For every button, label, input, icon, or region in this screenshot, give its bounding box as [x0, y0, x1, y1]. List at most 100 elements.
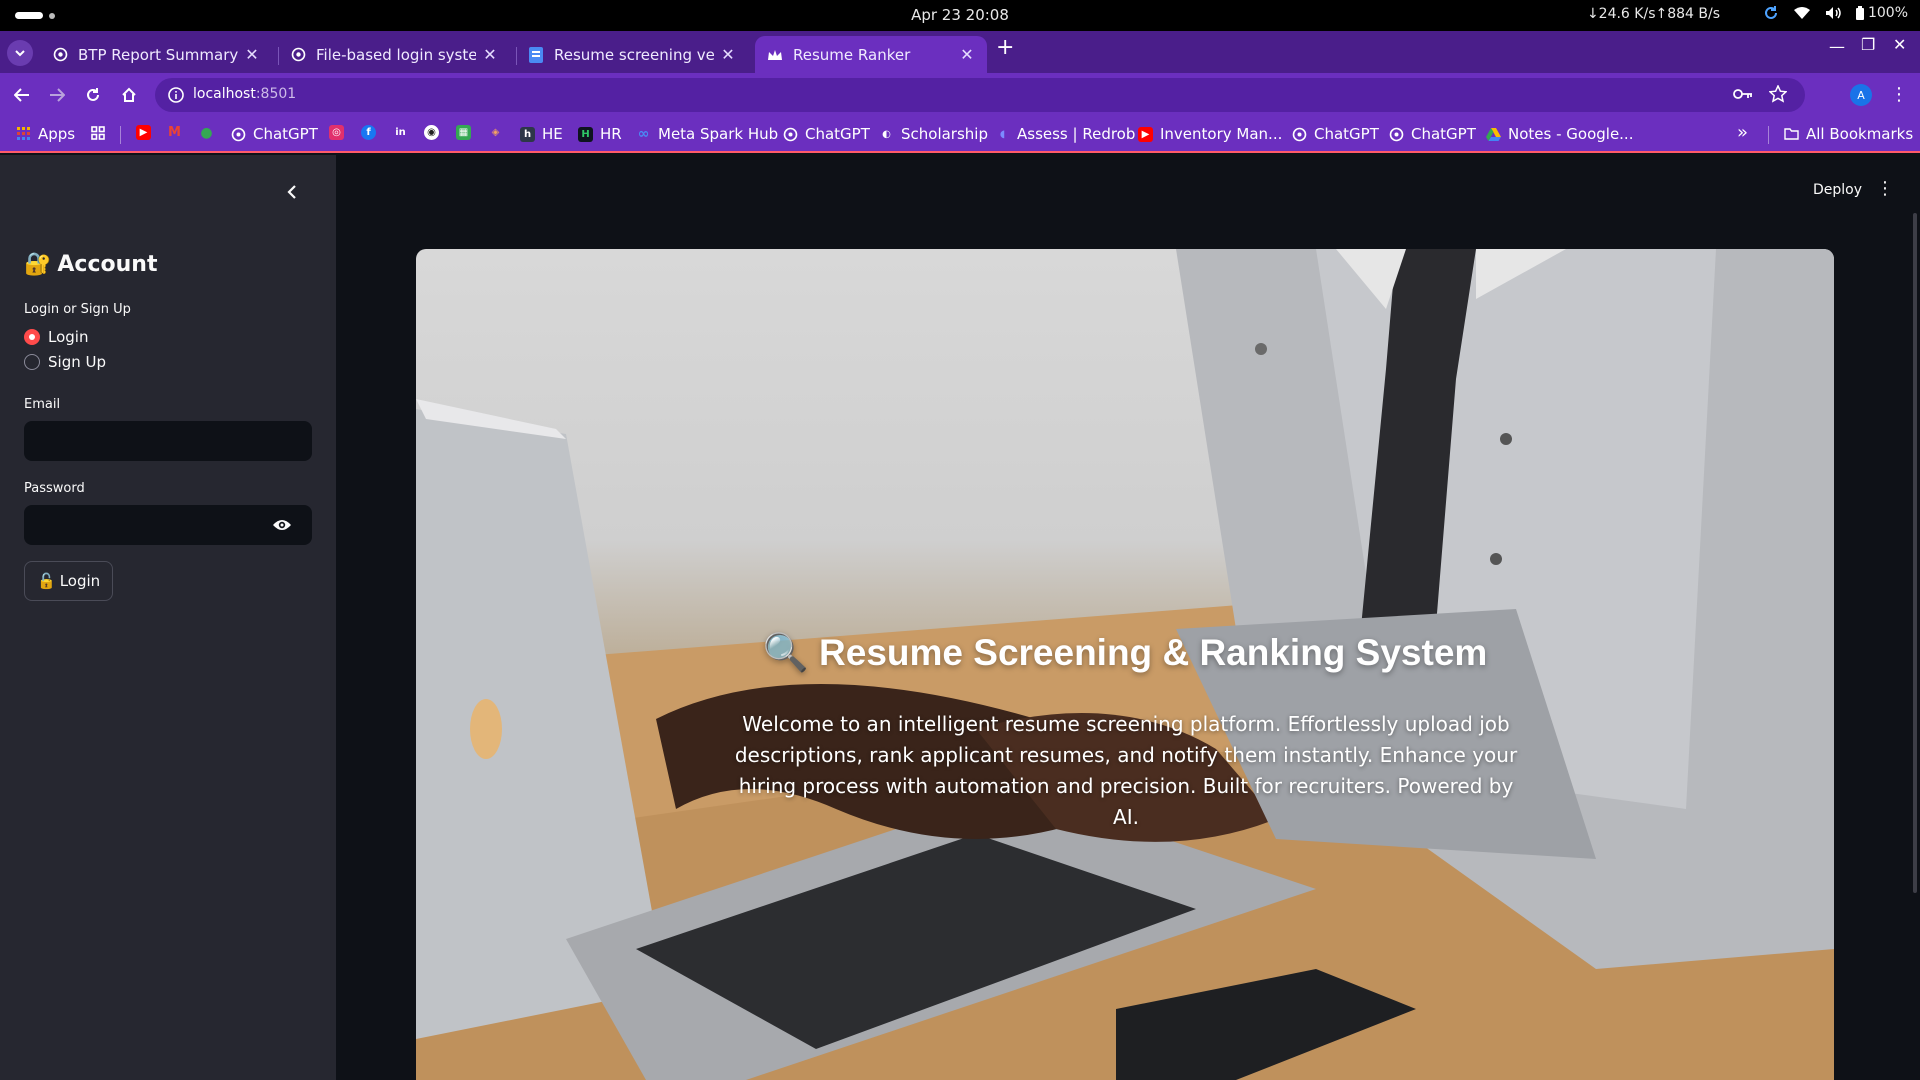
forward-icon[interactable]	[45, 83, 69, 107]
tab-resume-ranker[interactable]: Resume Ranker ✕	[755, 36, 987, 73]
hackerrank-icon: H	[578, 126, 593, 142]
network-speed: ↓24.6 K/s↑884 B/s	[1586, 6, 1720, 22]
collapse-sidebar-icon[interactable]	[286, 183, 298, 204]
bookmark-star-icon[interactable]	[1768, 84, 1788, 107]
magnifier-icon: 🔍	[762, 632, 809, 673]
url-port: :8501	[255, 86, 297, 102]
volume-icon[interactable]	[1825, 6, 1841, 20]
bookmark-google-notes[interactable]: Notes - Google...	[1486, 125, 1633, 143]
bookmark-chatgpt-2[interactable]: ChatGPT	[783, 125, 870, 143]
bookmark-grid[interactable]	[90, 125, 112, 140]
password-field[interactable]	[24, 505, 312, 545]
bookmark-maps[interactable]: ●	[199, 125, 221, 141]
tab-btp-report[interactable]: BTP Report Summary ✕	[40, 36, 272, 73]
app-menu-icon[interactable]: ⋮	[1876, 178, 1894, 199]
radio-sign-up[interactable]: Sign Up	[24, 353, 106, 371]
instagram-icon: ◎	[329, 125, 344, 140]
tab-file-login[interactable]: File-based login system ✕	[278, 36, 510, 73]
email-field[interactable]	[24, 421, 312, 461]
codechef-icon: ◈	[491, 127, 500, 138]
bookmark-chatgpt-3[interactable]: ChatGPT	[1292, 125, 1379, 143]
globe-icon: ◐	[882, 128, 891, 140]
minimize-icon[interactable]: —	[1829, 37, 1845, 56]
bookmark-label: Notes - Google...	[1508, 125, 1634, 143]
hackerearth-icon: h	[520, 126, 535, 142]
radio-login[interactable]: Login	[24, 328, 88, 346]
bookmark-redrob[interactable]: ◖ Assess | Redrob	[995, 125, 1136, 143]
bookmark-instagram[interactable]: ◎	[329, 125, 351, 140]
close-tab-icon[interactable]: ✕	[720, 45, 736, 64]
grid-icon	[90, 125, 105, 140]
bookmark-gmail[interactable]: M	[167, 125, 189, 140]
more-bookmarks-icon[interactable]: »	[1737, 122, 1748, 143]
password-key-icon[interactable]	[1733, 86, 1753, 105]
hero-title: 🔍 Resume Screening & Ranking System	[416, 632, 1834, 675]
reload-icon[interactable]	[81, 83, 105, 107]
site-info-icon[interactable]	[167, 86, 185, 108]
battery-status[interactable]: 100%	[1855, 5, 1908, 21]
wifi-icon[interactable]	[1793, 6, 1811, 20]
refresh-icon[interactable]	[1763, 5, 1779, 21]
account-title: Account	[57, 252, 158, 277]
chevron-down-icon	[15, 49, 25, 56]
bookmark-inventory[interactable]: ▶ Inventory Man...	[1138, 125, 1282, 143]
restore-icon[interactable]: ❐	[1861, 35, 1875, 54]
bookmark-linkedin[interactable]: in	[393, 125, 415, 140]
chatgpt-icon	[231, 127, 246, 142]
github-icon: ◉	[424, 125, 439, 140]
close-window-icon[interactable]: ✕	[1893, 35, 1906, 54]
bookmark-github[interactable]: ◉	[424, 125, 446, 140]
password-label: Password	[24, 481, 85, 496]
profile-avatar[interactable]: A	[1850, 84, 1872, 106]
sidebar: 🔐 Account Login or Sign Up Login Sign Up…	[0, 155, 336, 1080]
home-icon[interactable]	[117, 83, 141, 107]
bookmark-label: All Bookmarks	[1806, 125, 1914, 143]
bookmark-separator	[120, 126, 121, 144]
radio-indicator[interactable]	[24, 354, 40, 370]
close-tab-icon[interactable]: ✕	[244, 45, 260, 64]
bookmarks-bar: Apps ▶ M ● ChatGPT ◎ f in ◉ ▦ ◈ h HE H HR …	[0, 117, 1920, 153]
tab-resume-vector[interactable]: Resume screening vecto ✕	[516, 36, 748, 73]
all-bookmarks[interactable]: All Bookmarks	[1784, 125, 1913, 143]
meta-icon: ∞	[637, 126, 650, 142]
apps-grid-icon	[16, 127, 31, 142]
scrollbar[interactable]	[1913, 213, 1917, 893]
sheets-icon: ▦	[456, 125, 471, 140]
bookmark-sheets[interactable]: ▦	[456, 125, 478, 140]
youtube-icon: ▶	[136, 125, 151, 140]
tab-title: Resume Ranker	[793, 45, 911, 64]
bookmark-facebook[interactable]: f	[361, 125, 383, 140]
drive-icon	[1486, 127, 1501, 142]
bookmark-label: HR	[600, 125, 622, 143]
back-icon[interactable]	[10, 83, 34, 107]
address-bar[interactable]: localhost:8501	[155, 78, 1805, 112]
system-tray[interactable]: 100%	[1763, 5, 1908, 21]
login-button[interactable]: 🔓 Login	[24, 561, 114, 601]
bookmark-chatgpt-1[interactable]: ChatGPT	[231, 125, 318, 143]
bookmark-codechef[interactable]: ◈	[488, 125, 510, 140]
login-button-label: Login	[59, 572, 101, 590]
close-tab-icon[interactable]: ✕	[482, 45, 498, 64]
url-text[interactable]: localhost:8501	[193, 86, 296, 102]
show-password-icon[interactable]	[272, 517, 292, 536]
os-top-bar: Apr 23 20:08 ↓24.6 K/s↑884 B/s 100%	[0, 0, 1920, 31]
radio-label: Login	[48, 328, 89, 346]
deploy-button[interactable]: Deploy	[1813, 182, 1862, 198]
new-tab-button[interactable]: +	[996, 35, 1014, 60]
bookmark-label: Assess | Redrob	[1017, 125, 1136, 143]
browser-menu-icon[interactable]: ⋮	[1890, 83, 1908, 107]
email-label: Email	[24, 397, 61, 412]
crown-favicon	[767, 47, 783, 63]
bookmark-chatgpt-4[interactable]: ChatGPT	[1389, 125, 1476, 143]
bookmark-label: HE	[542, 125, 563, 143]
bookmark-hr[interactable]: H HR	[578, 125, 622, 143]
bookmark-apps[interactable]: Apps	[16, 125, 75, 143]
bookmark-he[interactable]: h HE	[520, 125, 563, 143]
bookmark-meta[interactable]: ∞ Meta Spark Hub	[636, 125, 779, 143]
browser-tab-strip: BTP Report Summary ✕ File-based login sy…	[0, 31, 1920, 73]
bookmark-scholarship[interactable]: ◐ Scholarship	[879, 125, 988, 143]
radio-selected-indicator[interactable]	[24, 329, 40, 345]
bookmark-youtube[interactable]: ▶	[136, 125, 158, 140]
tab-search-dropdown[interactable]	[7, 40, 33, 66]
close-tab-icon[interactable]: ✕	[959, 45, 975, 64]
